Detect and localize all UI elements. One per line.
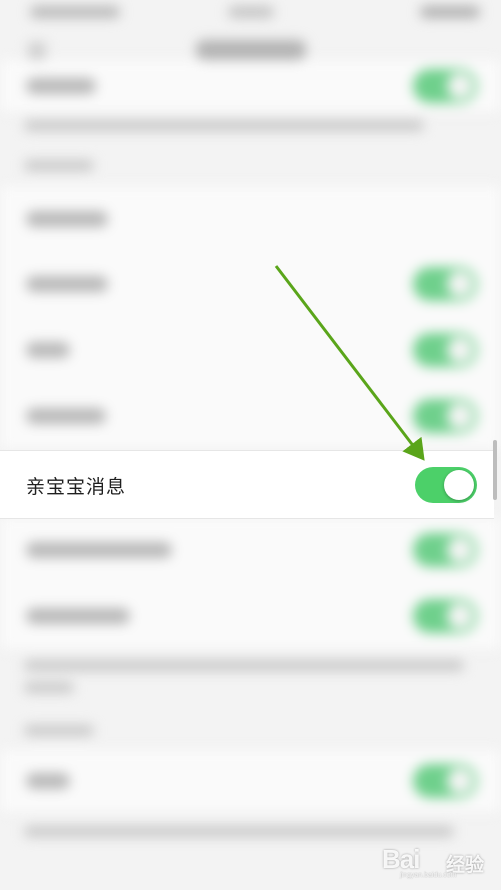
row-label: 亲宝宝消息 <box>26 476 127 498</box>
settings-row-7[interactable] <box>0 517 501 584</box>
status-bar <box>0 0 501 28</box>
row-label <box>26 342 70 358</box>
toggle-switch[interactable] <box>413 533 477 567</box>
row-label <box>26 408 106 424</box>
section-footnote-line2 <box>24 682 74 693</box>
row-label <box>26 773 70 789</box>
section-header <box>24 160 94 171</box>
section-footnote <box>24 120 424 131</box>
section-footnote <box>24 660 464 671</box>
watermark-url: jingyan.baidu.com <box>400 872 457 879</box>
row-label <box>26 542 172 558</box>
row-label <box>26 78 96 94</box>
toggle-knob <box>444 470 474 500</box>
qinbaobao-message-toggle[interactable] <box>415 467 477 503</box>
settings-row-2[interactable] <box>0 186 501 252</box>
toggle-switch[interactable] <box>413 599 477 633</box>
toggle-switch[interactable] <box>413 399 477 433</box>
row-label <box>26 276 108 292</box>
toggle-switch[interactable] <box>413 764 477 798</box>
blurred-background <box>0 0 501 890</box>
row-label <box>26 211 108 227</box>
settings-row-1[interactable] <box>0 60 501 113</box>
toggle-switch[interactable] <box>413 333 477 367</box>
toggle-switch[interactable] <box>413 69 477 103</box>
back-icon[interactable] <box>28 42 46 60</box>
section-header <box>24 725 94 736</box>
settings-row-qinbaobao-message[interactable]: 亲宝宝消息 <box>0 450 494 519</box>
watermark-brand: Bai <box>382 844 420 874</box>
status-battery <box>420 6 480 18</box>
toggle-switch[interactable] <box>413 267 477 301</box>
settings-row-5[interactable] <box>0 383 501 450</box>
settings-row-4[interactable] <box>0 317 501 384</box>
status-time <box>228 6 274 18</box>
row-label <box>26 608 130 624</box>
settings-row-3[interactable] <box>0 251 501 318</box>
scrollbar[interactable] <box>493 440 497 500</box>
page-title <box>196 40 306 60</box>
watermark: Bai 经验 jingyan.baidu.com <box>380 836 498 880</box>
status-carrier <box>30 6 120 18</box>
settings-row-9[interactable] <box>0 750 501 813</box>
settings-row-8[interactable] <box>0 583 501 650</box>
